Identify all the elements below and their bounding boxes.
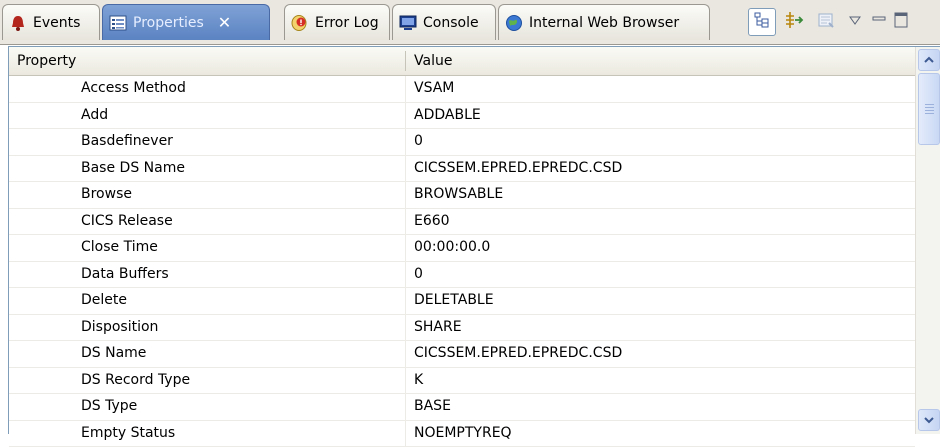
tab-error-log[interactable]: Error Log xyxy=(284,4,390,40)
property-value: SHARE xyxy=(414,315,462,340)
property-name: DS Record Type xyxy=(81,368,190,393)
restore-default-button[interactable] xyxy=(812,8,840,36)
view-menu-icon xyxy=(849,15,861,30)
tab-label: Internal Web Browser xyxy=(529,15,679,31)
table-row[interactable]: Empty Status NOEMPTYREQ xyxy=(9,421,915,447)
minimize-icon xyxy=(872,14,886,30)
property-value: DELETABLE xyxy=(414,288,494,313)
table-row[interactable]: CICS Release E660 xyxy=(9,209,915,236)
bell-icon xyxy=(9,14,27,32)
table-row[interactable]: Base DS Name CICSSEM.EPRED.EPREDC.CSD xyxy=(9,156,915,183)
scrollbar-thumb[interactable] xyxy=(918,73,940,145)
property-value: VSAM xyxy=(414,76,454,101)
property-value: CICSSEM.EPRED.EPREDC.CSD xyxy=(414,341,622,366)
restore-default-icon xyxy=(817,11,835,33)
tab-console[interactable]: Console xyxy=(392,4,496,40)
maximize-button[interactable] xyxy=(892,8,910,36)
vertical-scrollbar[interactable] xyxy=(915,47,940,434)
property-value: 0 xyxy=(414,262,423,287)
table-row[interactable]: Basdefinever 0 xyxy=(9,129,915,156)
tab-label: Console xyxy=(423,15,479,31)
property-name: Empty Status xyxy=(81,421,175,446)
property-value: 00:00:00.0 xyxy=(414,235,490,260)
properties-table: Property Value Access Method VSAM Add ADDA… xyxy=(8,46,940,434)
view-menu-button[interactable] xyxy=(844,8,866,36)
column-header-property[interactable]: Property xyxy=(9,47,405,75)
view-toolbar xyxy=(748,6,914,38)
properties-view: Events Properties ✕ xyxy=(0,0,940,433)
property-value: E660 xyxy=(414,209,450,234)
table-header: Property Value xyxy=(9,47,915,76)
table-row[interactable]: Browse BROWSABLE xyxy=(9,182,915,209)
tab-internal-web-browser[interactable]: Internal Web Browser xyxy=(498,4,710,40)
property-name: Disposition xyxy=(81,315,158,340)
tab-properties[interactable]: Properties ✕ xyxy=(102,4,270,40)
property-name: Access Method xyxy=(81,76,186,101)
property-name: Basdefinever xyxy=(81,129,173,154)
tab-label: Properties xyxy=(133,15,204,31)
property-name: DS Type xyxy=(81,394,137,419)
property-value: ADDABLE xyxy=(414,103,481,128)
table-row[interactable]: DS Type BASE xyxy=(9,394,915,421)
maximize-icon xyxy=(894,12,908,32)
tab-events[interactable]: Events xyxy=(2,4,100,40)
globe-icon xyxy=(505,14,523,32)
column-header-value[interactable]: Value xyxy=(406,47,915,75)
property-name: Delete xyxy=(81,288,127,313)
property-value: CICSSEM.EPRED.EPREDC.CSD xyxy=(414,156,622,181)
table-body: Access Method VSAM Add ADDABLE Basdefineve… xyxy=(9,76,915,447)
property-value: BROWSABLE xyxy=(414,182,503,207)
property-name: Browse xyxy=(81,182,132,207)
scroll-down-button[interactable] xyxy=(918,409,940,431)
property-value: BASE xyxy=(414,394,451,419)
property-name: Add xyxy=(81,103,108,128)
property-name: Close Time xyxy=(81,235,158,260)
table-row[interactable]: Data Buffers 0 xyxy=(9,262,915,289)
property-name: DS Name xyxy=(81,341,146,366)
show-advanced-properties-icon xyxy=(784,11,804,33)
tab-label: Events xyxy=(33,15,80,31)
chevron-up-icon xyxy=(924,53,934,68)
close-icon[interactable]: ✕ xyxy=(218,13,231,32)
show-advanced-button[interactable] xyxy=(780,8,808,36)
tab-label: Error Log xyxy=(315,15,379,31)
table-row[interactable]: DS Record Type K xyxy=(9,368,915,395)
show-categories-icon xyxy=(753,11,771,33)
table-row[interactable]: Disposition SHARE xyxy=(9,315,915,342)
property-value: K xyxy=(414,368,423,393)
show-categories-button[interactable] xyxy=(748,8,776,36)
view-tab-bar: Events Properties ✕ xyxy=(0,0,940,45)
property-value: NOEMPTYREQ xyxy=(414,421,512,446)
table-row[interactable]: Close Time 00:00:00.0 xyxy=(9,235,915,262)
property-name: Base DS Name xyxy=(81,156,185,181)
property-value: 0 xyxy=(414,129,423,154)
scroll-up-button[interactable] xyxy=(918,49,940,71)
error-log-icon xyxy=(291,14,309,32)
chevron-down-icon xyxy=(924,413,934,428)
property-name: Data Buffers xyxy=(81,262,169,287)
table-row[interactable]: DS Name CICSSEM.EPRED.EPREDC.CSD xyxy=(9,341,915,368)
console-icon xyxy=(399,14,417,32)
minimize-button[interactable] xyxy=(870,8,888,36)
table-row[interactable]: Delete DELETABLE xyxy=(9,288,915,315)
properties-icon xyxy=(109,14,127,32)
property-name: CICS Release xyxy=(81,209,173,234)
table-row[interactable]: Access Method VSAM xyxy=(9,76,915,103)
table-row[interactable]: Add ADDABLE xyxy=(9,103,915,130)
